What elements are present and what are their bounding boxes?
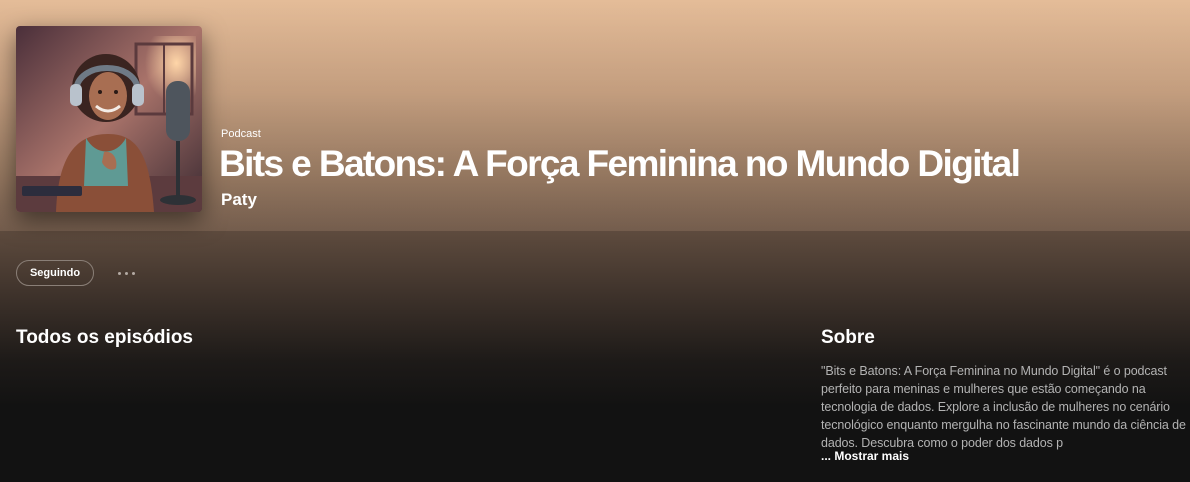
ellipsis-icon [124, 271, 128, 275]
content-type-label: Podcast [221, 128, 261, 140]
podcast-title: Bits e Batons: A Força Feminina no Mundo… [219, 143, 1021, 184]
about-heading: Sobre [821, 327, 875, 348]
all-episodes-heading: Todos os episódios [16, 327, 193, 348]
podcast-author-link[interactable]: Paty [221, 190, 257, 210]
following-button[interactable]: Seguindo [16, 260, 94, 286]
ellipsis-icon [131, 271, 135, 275]
about-description: "Bits e Batons: A Força Feminina no Mund… [821, 364, 1186, 450]
more-options-button[interactable] [112, 262, 140, 284]
podcast-cover-art [16, 26, 202, 212]
show-more-link[interactable]: ... Mostrar mais [821, 449, 909, 463]
ellipsis-icon [117, 271, 121, 275]
